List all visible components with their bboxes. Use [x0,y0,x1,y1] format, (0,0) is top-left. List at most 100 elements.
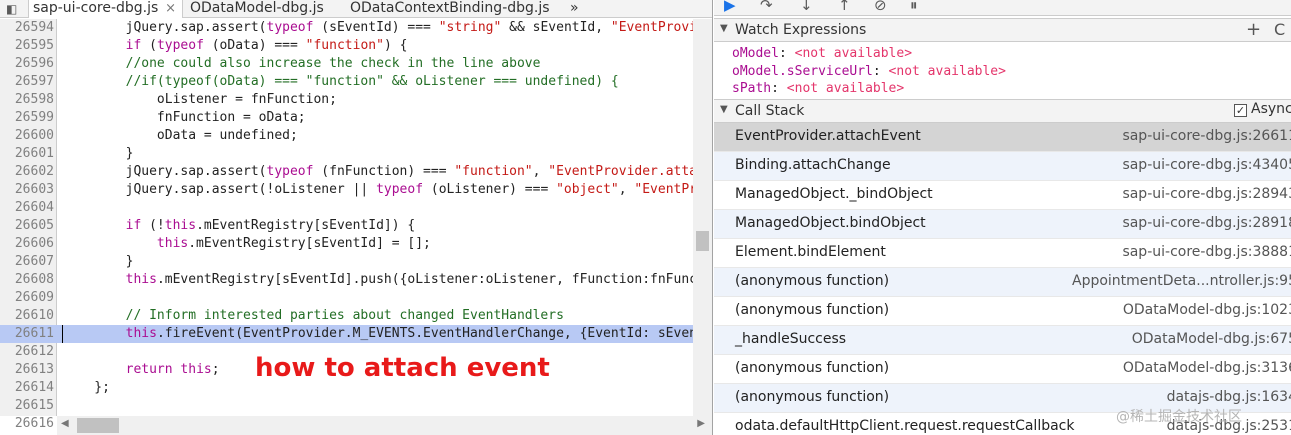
line-number[interactable]: 26613 [0,361,54,379]
async-checkbox[interactable]: ✓ [1234,104,1247,117]
call-stack-header[interactable]: ▼ Call Stack [714,99,1291,123]
call-frame-location[interactable]: ODataModel-dbg.js:1023 [1123,302,1291,318]
line-source: jQuery.sap.assert(typeof (sEventId) === … [63,19,712,37]
watch-expressions-header[interactable]: ▼ Watch Expressions + C [714,18,1291,42]
line-number[interactable]: 26603 [0,181,54,199]
async-toggle[interactable]: ✓ Async [1234,101,1291,119]
code-line[interactable]: 26606 this.mEventRegistry[sEventId] = []… [0,235,693,253]
line-number[interactable]: 26606 [0,235,54,253]
line-number[interactable]: 26608 [0,271,54,289]
call-frame[interactable]: ManagedObject._bindObject sap-ui-core-dbg… [714,181,1291,210]
line-number[interactable]: 26600 [0,127,54,145]
step-over-icon[interactable]: ↷ [760,0,773,13]
code-line[interactable]: 26600 oData = undefined; [0,127,693,145]
code-line[interactable]: 26604 [0,199,693,217]
horizontal-scrollbar[interactable]: ◀ ▶ [57,416,712,435]
code-line[interactable]: 26601 } [0,145,693,163]
code-line[interactable]: 26603 jQuery.sap.assert(!oListener || ty… [0,181,712,199]
call-frame-location[interactable]: sap-ui-core-dbg.js:43405 [1122,157,1291,173]
code-token: (oData) === [203,38,306,53]
refresh-icon[interactable]: C [1274,19,1285,41]
collapse-arrow-icon[interactable]: ▼ [720,23,728,34]
vertical-scroll-thumb[interactable] [696,231,709,251]
add-expression-icon[interactable]: + [1246,19,1261,41]
watch-item[interactable]: oModel.sServiceUrl: <not available> [732,63,1006,80]
code-line[interactable]: 26615 [0,397,693,415]
code-line[interactable]: 26608 this.mEventRegistry[sEventId].push… [0,271,712,289]
scroll-left-icon[interactable]: ◀ [61,418,69,429]
line-number[interactable]: 26611 [0,325,54,343]
call-frame-location[interactable]: sap-ui-core-dbg.js:28943 [1122,186,1291,202]
line-source: } [63,253,134,271]
code-line[interactable]: 26596 //one could also increase the chec… [0,55,693,73]
code-line[interactable]: 26594 jQuery.sap.assert(typeof (sEventId… [0,19,712,37]
tab-sap-ui-core[interactable]: sap-ui-core-dbg.js × [28,0,183,18]
step-into-icon[interactable]: ↓ [800,0,813,13]
code-line[interactable]: 26595 if (typeof (oData) === "function")… [0,37,693,55]
close-tab-icon[interactable]: × [165,0,176,17]
call-frame[interactable]: ManagedObject.bindObject sap-ui-core-dbg.… [714,210,1291,239]
deactivate-breakpoints-icon[interactable]: ⊘ [874,0,887,13]
line-number[interactable]: 26610 [0,307,54,325]
watch-item[interactable]: oModel: <not available> [732,45,912,62]
line-number[interactable]: 26602 [0,163,54,181]
line-number[interactable]: 26614 [0,379,54,397]
call-frame-function: EventProvider.attachEvent [735,128,921,144]
code-line[interactable]: 26605 if (!this.mEventRegistry[sEventId]… [0,217,693,235]
code-line[interactable]: 26610 // Inform interested parties about… [0,307,693,325]
call-frame-location[interactable]: AppointmentDeta...ntroller.js:95 [1072,273,1291,289]
line-number[interactable]: 26596 [0,55,54,73]
code-token: }; [63,380,110,395]
current-execution-line[interactable]: 26611 this.fireEvent(EventProvider.M_EVE… [0,325,712,343]
code-token: jQuery.sap.assert( [63,20,267,35]
watch-item[interactable]: sPath: <not available> [732,80,904,97]
collapse-arrow-icon[interactable]: ▼ [720,104,728,115]
line-source: if (!this.mEventRegistry[sEventId]) { [63,217,416,235]
line-number[interactable]: 26598 [0,91,54,109]
tab-odatamodel[interactable]: ODataModel-dbg.js [186,0,336,18]
call-frame[interactable]: _handleSuccess ODataModel-dbg.js:675 [714,326,1291,355]
call-frame[interactable]: (anonymous function) ODataModel-dbg.js:31… [714,355,1291,384]
call-frame-location[interactable]: sap-ui-core-dbg.js:28918 [1122,215,1291,231]
line-number[interactable]: 26605 [0,217,54,235]
code-line[interactable]: 26597 //if(typeof(oData) === "function" … [0,73,693,91]
call-frame-location[interactable]: sap-ui-core-dbg.js:38881 [1122,244,1291,260]
call-frame[interactable]: EventProvider.attachEvent sap-ui-core-dbg… [714,123,1291,152]
code-line[interactable]: 26607 } [0,253,693,271]
code-token: typeof [156,38,204,53]
call-frame-location[interactable]: ODataModel-dbg.js:3136 [1123,360,1291,376]
horizontal-scroll-thumb[interactable] [77,418,119,433]
code-line[interactable]: 26598 oListener = fnFunction; [0,91,693,109]
toggle-navigator-icon[interactable]: ◧ [6,2,26,16]
line-number[interactable]: 26595 [0,37,54,55]
step-out-icon[interactable]: ↑ [838,0,851,13]
code-line[interactable]: 26599 fnFunction = oData; [0,109,693,127]
call-frame[interactable]: (anonymous function) ODataModel-dbg.js:10… [714,297,1291,326]
code-line[interactable]: 26602 jQuery.sap.assert(typeof (fnFuncti… [0,163,712,181]
line-number[interactable]: 26609 [0,289,54,307]
scroll-right-icon[interactable]: ▶ [697,418,705,429]
line-number[interactable]: 26607 [0,253,54,271]
line-number[interactable]: 26612 [0,343,54,361]
call-frame[interactable]: Binding.attachChange sap-ui-core-dbg.js:4… [714,152,1291,181]
resume-icon[interactable]: ▶ [724,0,736,13]
call-frame[interactable]: (anonymous function) AppointmentDeta...nt… [714,268,1291,297]
code-token: this [180,362,212,377]
line-number[interactable]: 26615 [0,397,54,415]
line-number[interactable]: 26594 [0,19,54,37]
line-number[interactable]: 26616 [0,415,54,433]
vertical-scrollbar[interactable] [693,19,712,416]
watch-item-name: oModel.sServiceUrl [732,64,873,79]
pause-on-exceptions-icon[interactable]: ⏸ [910,0,918,13]
call-frame-location[interactable]: sap-ui-core-dbg.js:26611 [1122,128,1291,144]
line-number[interactable]: 26601 [0,145,54,163]
call-frame-location[interactable]: datajs-dbg.js:1634 [1167,389,1291,405]
line-number[interactable]: 26599 [0,109,54,127]
more-tabs-button[interactable]: » [566,0,590,18]
tab-odatacontextbinding[interactable]: ODataContextBinding-dbg.js [346,0,556,18]
line-number[interactable]: 26597 [0,73,54,91]
code-line[interactable]: 26609 [0,289,693,307]
line-number[interactable]: 26604 [0,199,54,217]
call-frame-location[interactable]: ODataModel-dbg.js:675 [1132,331,1291,347]
call-frame[interactable]: Element.bindElement sap-ui-core-dbg.js:38… [714,239,1291,268]
